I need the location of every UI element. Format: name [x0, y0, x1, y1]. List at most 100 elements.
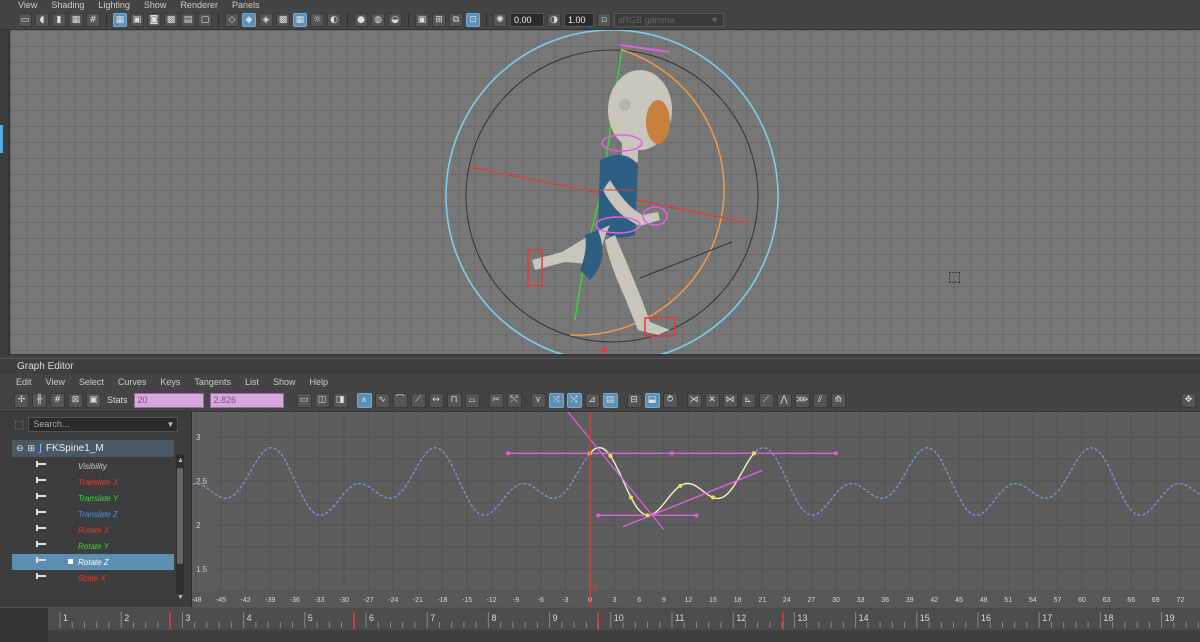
field-chart-icon[interactable]: ▤ — [181, 12, 195, 27]
curve-cycle-icon[interactable]: ⋀ — [776, 392, 792, 408]
frame-all-icon[interactable]: ▭ — [296, 392, 312, 408]
ge-menu-edit[interactable]: Edit — [16, 377, 32, 387]
select-camera-icon[interactable]: ▭ — [18, 12, 32, 27]
ge-menu-tangents[interactable]: Tangents — [194, 377, 231, 387]
ambient-occlusion-icon[interactable]: ● — [354, 12, 368, 27]
stats-frame-field[interactable]: 20 — [133, 392, 204, 408]
outliner-scrollbar-thumb[interactable] — [177, 468, 183, 564]
grid-icon[interactable]: # — [86, 12, 100, 27]
outliner-node-fkspine1[interactable]: ⊖ ⊞ ∫ FKSpine1_M — [12, 440, 174, 457]
colorspace-dropdown[interactable]: sRGB gamma ▼ — [614, 12, 724, 27]
tangent-handle-end[interactable] — [596, 513, 601, 518]
wireframe-on-shaded-icon[interactable]: ◈ — [259, 12, 273, 27]
curve-offset-icon[interactable]: ⟰ — [830, 392, 846, 408]
time-slider-track[interactable]: 1 2 3 4 5 6 7 8 9 10 11 12 13 14 15 16 17 18 19 — [48, 608, 1200, 642]
exposure-icon[interactable]: ✺ — [493, 12, 507, 27]
curve-linear-icon[interactable]: ⟋ — [758, 392, 774, 408]
smooth-shade-icon[interactable]: ◆ — [242, 12, 256, 27]
tangent-handle-end[interactable] — [506, 451, 510, 456]
gamma-icon[interactable]: ◑ — [547, 12, 561, 27]
motion-blur-icon[interactable]: ◍ — [371, 12, 385, 27]
channel-rotate-x[interactable]: Rotate X — [12, 522, 174, 538]
region-tool-icon[interactable]: ⊠ — [68, 392, 83, 408]
stats-value-field[interactable]: 2.826 — [209, 392, 284, 408]
color-management-icon[interactable]: ▫ — [597, 12, 611, 27]
keyframe-point[interactable] — [645, 513, 650, 518]
channel-visibility[interactable]: Visibility — [12, 458, 174, 474]
free-tangent-weight-icon[interactable]: ⤭ — [566, 392, 582, 408]
anti-alias-icon[interactable]: ◒ — [388, 12, 402, 27]
keyframe-point[interactable] — [608, 454, 613, 459]
gate-mask-icon[interactable]: ▩ — [164, 12, 178, 27]
film-gate-icon[interactable]: ▣ — [130, 12, 144, 27]
isolate-select-icon[interactable]: ▣ — [415, 12, 429, 27]
wireframe-icon[interactable]: ◇ — [225, 12, 239, 27]
tangent-handle-end[interactable] — [670, 451, 674, 456]
ge-menu-curves[interactable]: Curves — [118, 377, 147, 387]
menu-view[interactable]: View — [18, 0, 37, 10]
image-plane-icon[interactable]: ▦ — [69, 12, 83, 27]
step-tangent-icon[interactable]: ⊓ — [446, 392, 462, 408]
scroll-up-icon[interactable]: ▲ — [177, 457, 184, 464]
plateau-tangent-icon[interactable]: ⌓ — [464, 392, 480, 408]
unify-tangents-icon[interactable]: ⤨ — [548, 392, 564, 408]
scroll-down-icon[interactable]: ▼ — [177, 594, 184, 601]
perspective-viewport[interactable]: ⬚ — [10, 30, 1200, 356]
filter-icon[interactable]: ⬚ — [14, 418, 24, 431]
break-tangents-icon[interactable]: ⋎ — [530, 392, 546, 408]
time-slider[interactable]: 1 2 3 4 5 6 7 8 9 10 11 12 13 14 15 16 17 18 19 — [0, 607, 1200, 642]
curve-constant-icon[interactable]: ⫽ — [812, 392, 828, 408]
node-expand-icon[interactable]: ⊞ — [28, 443, 36, 454]
curve-oscillate-icon[interactable]: ⋙ — [794, 392, 810, 408]
center-current-time-icon[interactable]: ◨ — [332, 392, 348, 408]
ge-menu-view[interactable]: View — [46, 377, 65, 387]
move-handle-icon[interactable]: ✥ — [1181, 392, 1196, 408]
pre-infinity-offset-icon[interactable]: ✕ — [704, 392, 720, 408]
graph-view[interactable]: 32.521.5-51-48-45-42-39-36-33-30-27-24-2… — [192, 412, 1200, 607]
keyframe-point[interactable] — [629, 495, 633, 500]
collapse-icon[interactable]: ⊖ — [16, 443, 24, 454]
resolution-gate-icon[interactable]: ◙ — [147, 12, 161, 27]
linear-tangent-icon[interactable]: ⟋ — [410, 392, 426, 408]
outliner-search-input[interactable]: Search... ▼ — [28, 416, 179, 432]
flat-tangent-icon[interactable]: ↔ — [428, 392, 444, 408]
auto-tangent-icon[interactable]: ⩚ — [356, 392, 372, 408]
xray-joints-icon[interactable]: ⊞ — [432, 12, 446, 27]
move-key-tool-icon[interactable]: ✢ — [14, 392, 29, 408]
auto-load-icon[interactable]: ▤ — [602, 392, 618, 408]
safe-action-icon[interactable]: ▢ — [198, 12, 212, 27]
xray-icon[interactable]: ▩ — [276, 12, 290, 27]
swap-buffer-curve-icon[interactable]: ⤲ — [506, 392, 522, 408]
stacked-curves-icon[interactable]: ⬓ — [644, 392, 660, 408]
hud-icon[interactable]: ⊡ — [466, 12, 480, 27]
channel-translate-z[interactable]: Translate Z — [12, 506, 174, 522]
channel-scale-x[interactable]: Scale X — [12, 570, 174, 586]
keyframe-point[interactable] — [752, 451, 756, 456]
retime-tool-icon[interactable]: ▣ — [86, 392, 101, 408]
exposure-field[interactable]: 0.00 — [510, 12, 544, 27]
keyframe-point[interactable] — [711, 495, 715, 500]
root-control[interactable] — [601, 347, 607, 353]
resolve-icon[interactable]: ⥁ — [662, 392, 678, 408]
ge-menu-show[interactable]: Show — [273, 377, 296, 387]
frame-playback-range-icon[interactable]: ◫ — [314, 392, 330, 408]
tangent-handle-end[interactable] — [694, 513, 699, 518]
lights-icon[interactable]: ☼ — [310, 12, 324, 27]
clamped-tangent-icon[interactable]: ⌒ — [392, 392, 408, 408]
channel-translate-x[interactable]: Translate X — [12, 474, 174, 490]
channel-translate-y[interactable]: Translate Y — [12, 490, 174, 506]
ge-menu-select[interactable]: Select — [79, 377, 104, 387]
menu-show[interactable]: Show — [144, 0, 167, 10]
bookmark-icon[interactable]: ▮ — [52, 12, 66, 27]
chevron-down-icon[interactable]: ▼ — [166, 418, 174, 431]
textured-icon[interactable]: ▦ — [293, 12, 307, 27]
post-infinity-cycle-icon[interactable]: ⋈ — [722, 392, 738, 408]
menu-shading[interactable]: Shading — [51, 0, 84, 10]
lattice-deform-icon[interactable]: # — [50, 392, 65, 408]
camera-attributes-icon[interactable]: ◖ — [35, 12, 49, 27]
ge-menu-help[interactable]: Help — [309, 377, 328, 387]
channel-rotate-y[interactable]: Rotate Y — [12, 538, 174, 554]
pre-infinity-cycle-icon[interactable]: ⋊ — [686, 392, 702, 408]
channel-rotate-z[interactable]: Rotate Z — [12, 554, 174, 570]
keyframe-point[interactable] — [678, 483, 683, 488]
